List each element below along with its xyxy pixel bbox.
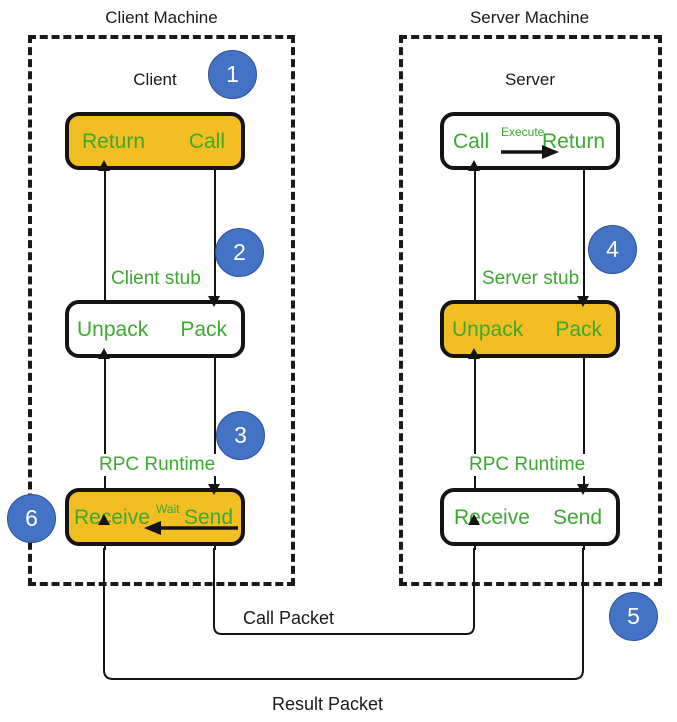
client-wait-label: Wait	[156, 502, 180, 516]
step-badge-4[interactable]: 4	[588, 225, 637, 274]
client-runtime-box[interactable]: Receive Wait Send	[65, 488, 245, 546]
call-packet-label: Call Packet	[237, 608, 341, 629]
client-pack-arrowhead	[208, 296, 220, 307]
client-pack-label: Pack	[180, 318, 227, 341]
server-receive-arrowhead	[468, 514, 480, 525]
server-call-arrowhead	[468, 160, 480, 171]
server-stub-box[interactable]: Unpack Pack	[440, 300, 620, 358]
step-badge-5[interactable]: 5	[609, 592, 658, 641]
client-left-line-app-stub	[104, 170, 106, 310]
step-badge-1[interactable]: 1	[208, 50, 257, 99]
client-unpack-arrowhead	[98, 348, 110, 359]
server-machine-title: Server Machine	[469, 8, 590, 27]
client-call-label: Call	[188, 130, 225, 153]
server-left-line-app-stub	[474, 170, 476, 310]
client-stub-box[interactable]: Unpack Pack	[65, 300, 245, 358]
server-pack-label: Pack	[555, 318, 602, 341]
server-receive-label: Receive	[454, 506, 530, 529]
server-role-title: Server	[504, 70, 556, 89]
server-runtime-box[interactable]: Receive Send	[440, 488, 620, 546]
server-left-line-stub-runtime	[474, 358, 476, 498]
client-return-label: Return	[82, 130, 146, 153]
step-badge-6[interactable]: 6	[7, 494, 56, 543]
client-receive-label: Receive	[74, 506, 150, 529]
server-send-label: Send	[552, 506, 602, 529]
client-return-arrowhead	[98, 160, 110, 171]
client-right-line-app-stub	[214, 170, 216, 298]
rpc-flow-diagram: Client Machine Server Machine Client Ser…	[0, 0, 677, 722]
client-application-box[interactable]: Return Call	[65, 112, 245, 170]
client-runtime-caption: RPC Runtime	[96, 454, 219, 476]
step-badge-3[interactable]: 3	[216, 411, 265, 460]
server-execute-label: Execute	[501, 125, 545, 139]
server-application-box[interactable]: Call Execute Return	[440, 112, 620, 170]
server-right-line-app-stub	[583, 170, 585, 298]
client-machine-title: Client Machine	[105, 8, 218, 27]
server-pack-arrowhead	[577, 296, 589, 307]
server-execute-arrow-icon	[501, 145, 559, 159]
client-send-arrowhead	[208, 484, 220, 495]
client-stub-caption: Client stub	[108, 268, 204, 290]
server-stub-caption: Server stub	[479, 268, 583, 290]
client-left-line-stub-runtime	[104, 358, 106, 498]
client-receive-arrowhead	[98, 514, 110, 525]
server-unpack-label: Unpack	[452, 318, 524, 341]
client-wait-arrow-icon	[144, 521, 238, 535]
client-unpack-label: Unpack	[77, 318, 149, 341]
server-unpack-arrowhead	[468, 348, 480, 359]
server-send-arrowhead	[577, 484, 589, 495]
step-badge-2[interactable]: 2	[215, 228, 264, 277]
server-runtime-caption: RPC Runtime	[466, 454, 589, 476]
server-call-label: Call	[453, 130, 490, 153]
result-packet-label: Result Packet	[266, 694, 390, 715]
